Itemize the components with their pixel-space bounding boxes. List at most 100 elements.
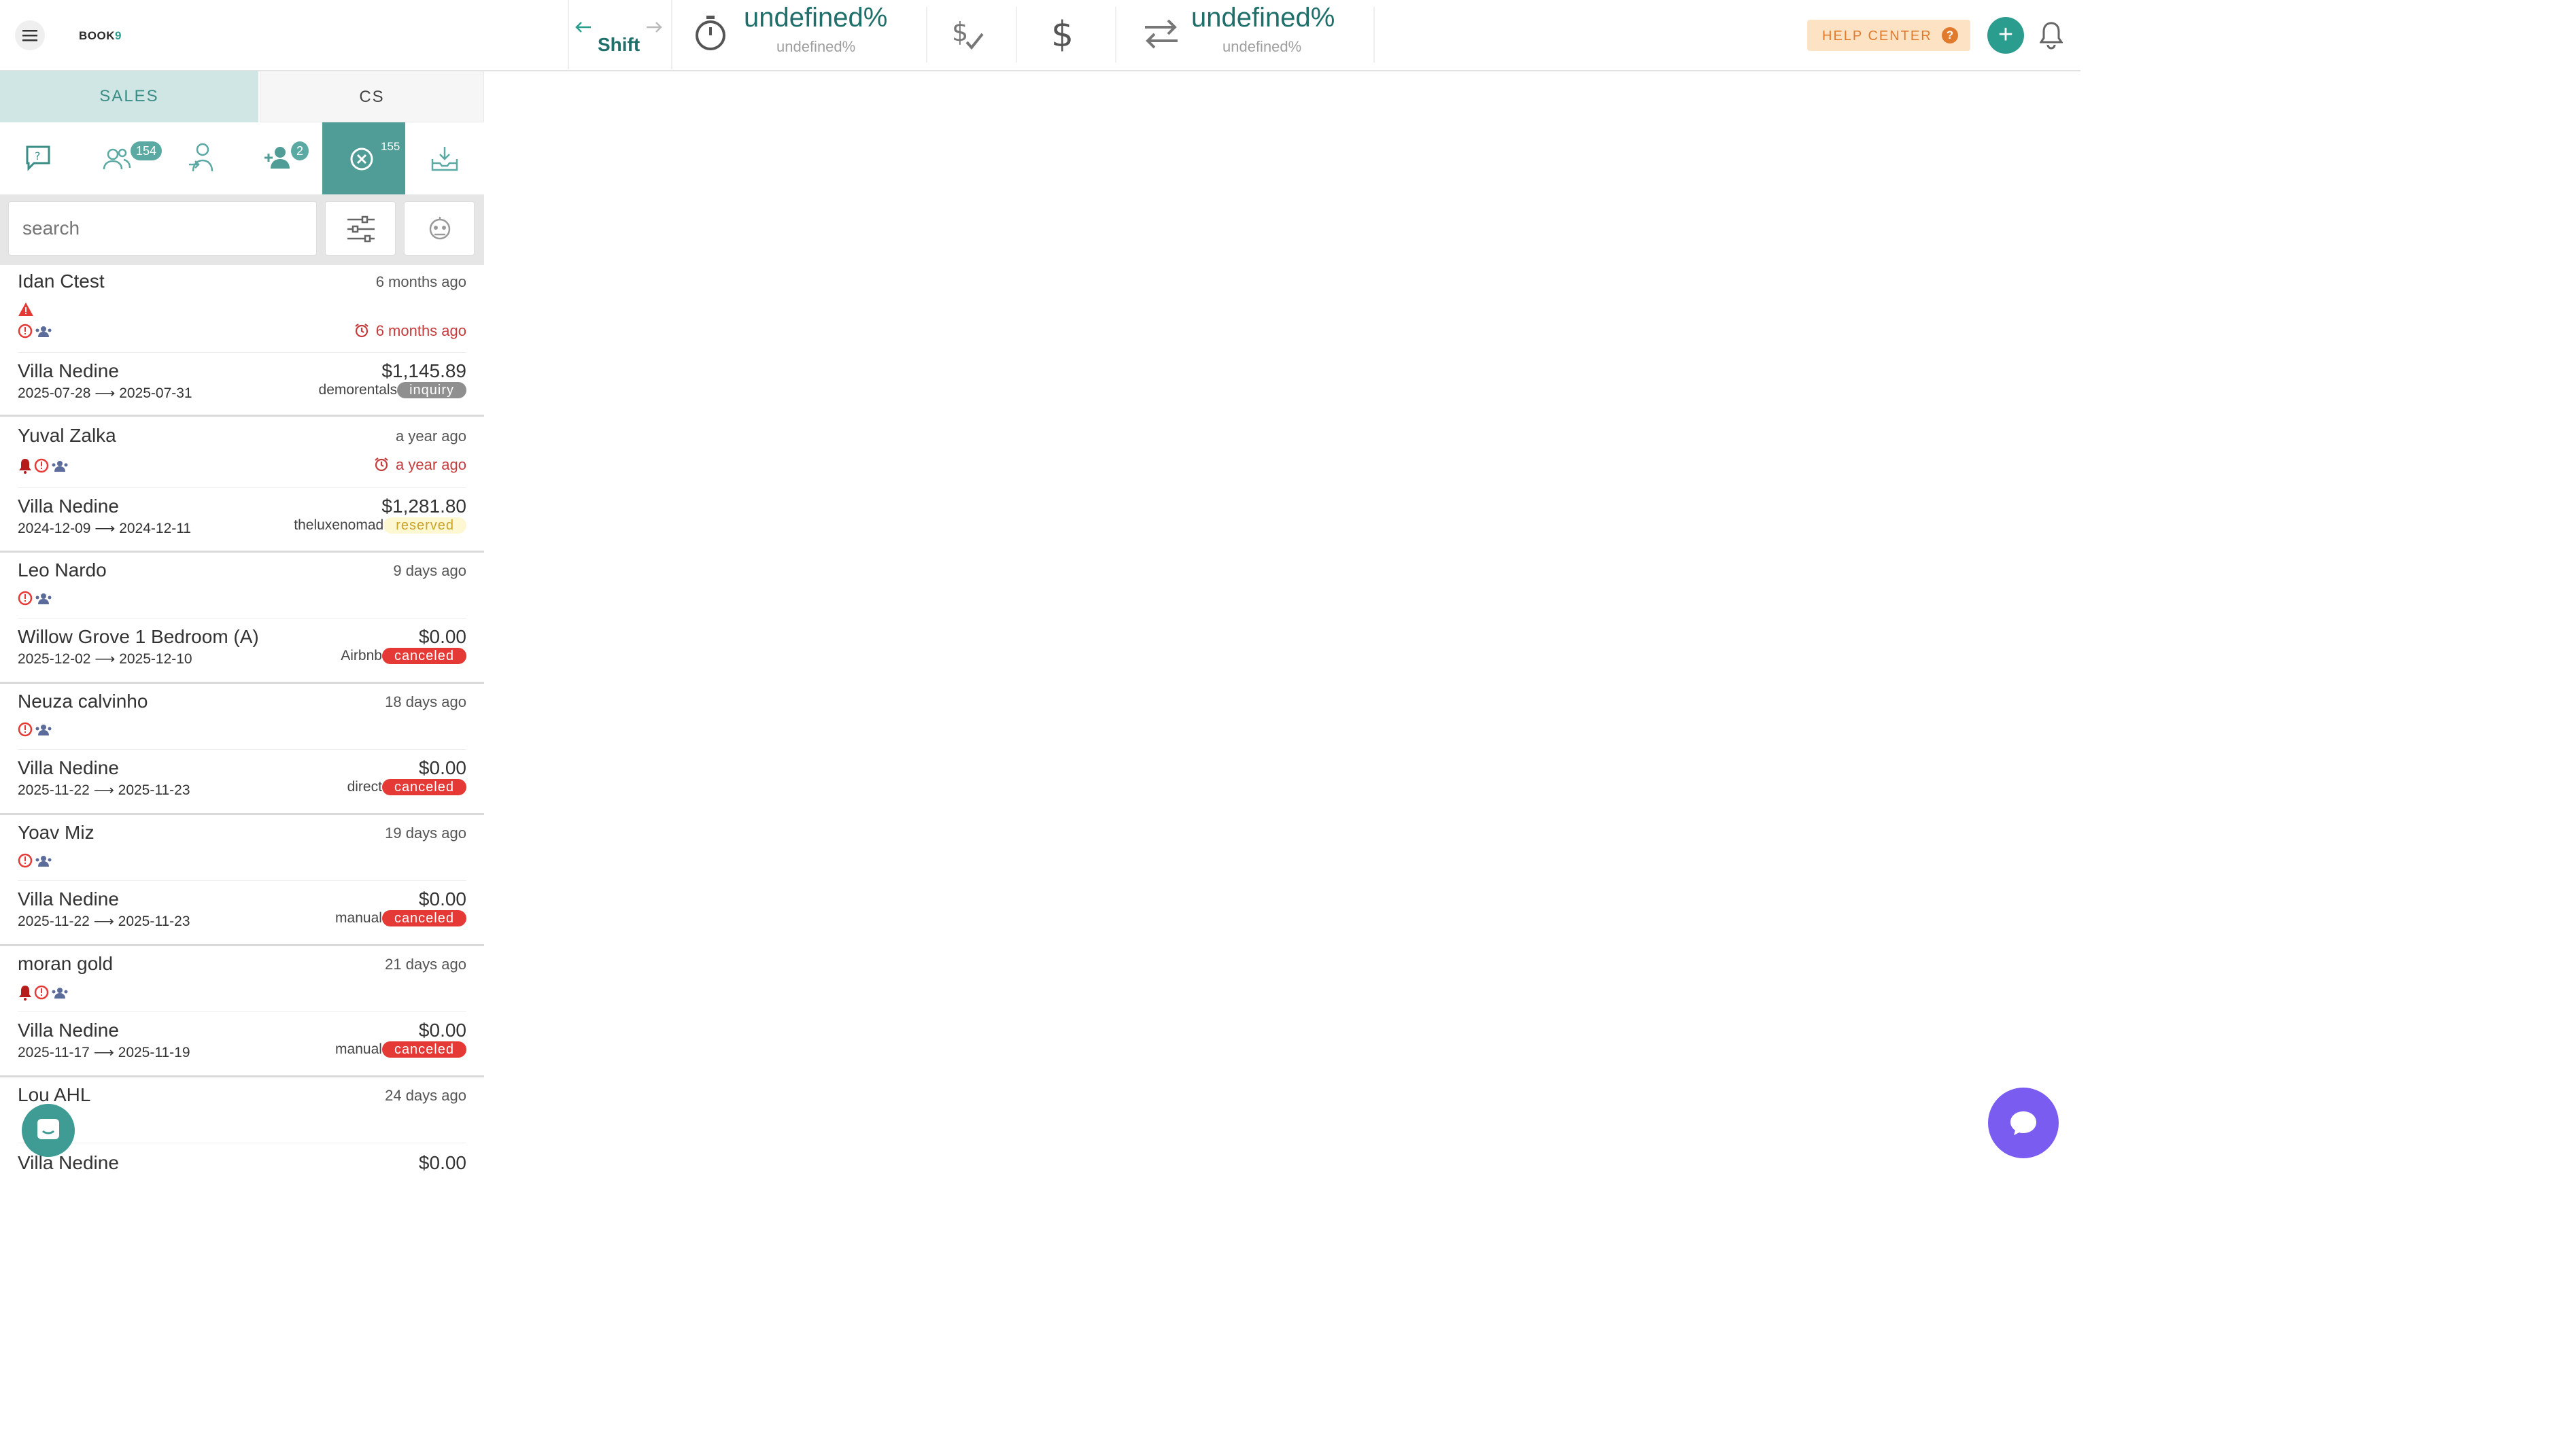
divider <box>18 618 466 619</box>
help-center-button[interactable]: HELP CENTER ? <box>1807 20 1970 51</box>
user-arrow-icon <box>189 143 213 172</box>
status-badge: inquiry <box>397 382 466 398</box>
conversation-list: Idan Ctest 6 months ago 6 months ago Vill… <box>0 265 484 1183</box>
guests-icon <box>52 988 68 999</box>
divider <box>1373 7 1375 63</box>
menu-button[interactable] <box>15 20 45 50</box>
booking-price: $0.00 <box>418 626 466 647</box>
channel-name: demorentals <box>318 382 398 398</box>
alert-circle-icon <box>18 591 33 606</box>
filter-inbox[interactable] <box>420 122 468 194</box>
alert-circle-icon <box>18 853 33 868</box>
time-ago: 21 days ago <box>385 956 466 973</box>
status-badge: canceled <box>381 779 466 795</box>
alert-circle-icon <box>34 985 49 1000</box>
robot-icon <box>429 217 451 240</box>
divider <box>1115 7 1116 63</box>
conversation-item[interactable]: Idan Ctest 6 months ago 6 months ago Vill… <box>0 265 484 417</box>
time-ago: 6 months ago <box>375 273 466 290</box>
guest-name: moran gold <box>18 953 114 974</box>
support-chat-button[interactable] <box>22 1104 75 1157</box>
arrow-left-icon[interactable] <box>575 20 592 34</box>
filter-assigned[interactable] <box>184 122 224 194</box>
booking-dates: 2025-11-22 ⟶ 2025-11-23 <box>18 914 190 929</box>
property-name: Villa Nedine <box>18 360 119 381</box>
stat1-value: undefined% <box>744 3 888 33</box>
conversion-stat: undefined% undefined% <box>1135 0 1380 69</box>
filter-leads[interactable]: 154 <box>95 122 170 194</box>
conversation-item[interactable]: Yoav Miz 19 days ago Villa Nedine $0.00 20… <box>0 815 484 946</box>
divider <box>1016 7 1017 63</box>
property-name: Villa Nedine <box>18 757 119 778</box>
guest-name: Lou AHL <box>18 1084 91 1105</box>
filter-canceled[interactable]: 155 <box>322 122 405 194</box>
question-chat-icon: ? <box>26 145 50 171</box>
divider <box>18 487 466 488</box>
conversation-item[interactable]: Yuval Zalka a year ago a year ago Villa N… <box>0 417 484 553</box>
users-icon <box>103 148 131 170</box>
shift-switcher: Shift <box>568 0 672 69</box>
search-bar <box>0 194 484 265</box>
booking-price: $1,145.89 <box>381 360 466 381</box>
search-input[interactable] <box>8 201 317 256</box>
guests-icon <box>35 326 52 337</box>
message-square-icon <box>37 1119 59 1139</box>
guest-name: Leo Nardo <box>18 559 107 580</box>
guests-icon <box>35 856 52 867</box>
conversation-item[interactable]: Neuza calvinho 18 days ago Villa Nedine $0… <box>0 684 484 815</box>
conversation-item[interactable]: moran gold 21 days ago Villa Nedine $0.00 … <box>0 946 484 1077</box>
time-ago: 19 days ago <box>385 825 466 842</box>
property-name: Villa Nedine <box>18 888 119 909</box>
alarm-ago: 6 months ago <box>375 322 466 339</box>
status-badge: canceled <box>381 910 466 926</box>
dollar-check-icon[interactable]: $ <box>952 16 986 52</box>
booking-price: $0.00 <box>418 1020 466 1041</box>
channel-name: theluxenomad <box>294 517 384 533</box>
booking-dates: 2025-12-02 ⟶ 2025-12-10 <box>18 651 192 667</box>
swap-arrows-icon <box>1145 19 1178 49</box>
dollar-icon[interactable]: $ <box>1047 14 1074 54</box>
booking-dates: 2025-11-22 ⟶ 2025-11-23 <box>18 782 190 798</box>
booking-price: $0.00 <box>418 888 466 909</box>
guests-icon <box>35 725 52 735</box>
guest-name: Yoav Miz <box>18 822 95 843</box>
app-logo[interactable]: BOOK9 <box>79 29 122 43</box>
shift-label: Shift <box>598 34 640 55</box>
ai-agent-button[interactable] <box>404 201 475 256</box>
booking-dates: 2025-07-28 ⟶ 2025-07-31 <box>18 385 192 401</box>
arrow-right-icon[interactable] <box>645 20 663 34</box>
divider <box>18 880 466 881</box>
alarm-time: a year ago <box>374 456 466 474</box>
canceled-count-badge: 155 <box>381 140 400 153</box>
add-user-icon <box>264 147 290 169</box>
tab-sales[interactable]: SALES <box>0 71 258 122</box>
stat2-sub: undefined% <box>1222 38 1302 55</box>
conversation-item[interactable]: Leo Nardo 9 days ago Willow Grove 1 Bedro… <box>0 553 484 684</box>
logo-text: BOOK <box>79 29 115 42</box>
alert-circle-icon <box>18 722 33 737</box>
booking-price: $1,281.80 <box>381 496 466 517</box>
bell-alert-icon <box>19 459 31 474</box>
booking-dates: 2024-12-09 ⟶ 2024-12-11 <box>18 521 192 536</box>
filter-new-guests[interactable]: 2 <box>258 122 320 194</box>
channel-name: manual <box>335 1041 382 1057</box>
channel-name: manual <box>335 910 382 926</box>
divider <box>18 1011 466 1012</box>
status-badge: canceled <box>381 1041 466 1058</box>
bell-icon[interactable] <box>2040 20 2063 50</box>
alarm-time: 6 months ago <box>354 322 466 340</box>
tab-cs[interactable]: CS <box>260 71 484 122</box>
time-ago: 18 days ago <box>385 693 466 710</box>
question-icon: ? <box>1942 27 1958 44</box>
divider <box>18 749 466 750</box>
add-button[interactable]: + <box>1987 17 2024 54</box>
open-chat-button[interactable] <box>1988 1088 2059 1158</box>
filter-settings-button[interactable] <box>325 201 396 256</box>
channel-name: Airbnb <box>341 648 382 663</box>
stopwatch-icon <box>696 16 725 50</box>
alert-circle-icon <box>34 458 49 473</box>
svg-text:$: $ <box>952 17 968 47</box>
booking-price: $0.00 <box>418 757 466 778</box>
filter-questions[interactable]: ? <box>20 122 61 194</box>
guests-icon <box>52 461 68 472</box>
